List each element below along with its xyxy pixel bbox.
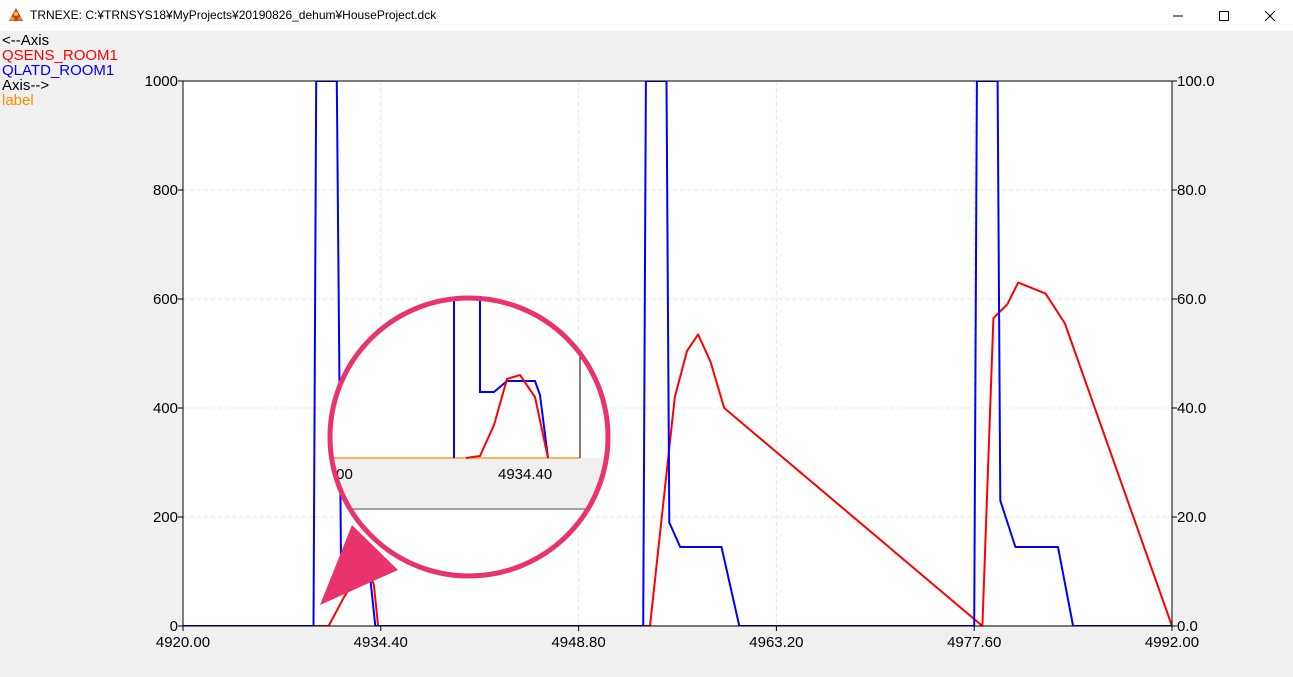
window-title: TRNEXE: C:¥TRNSYS18¥MyProjects¥20190826_…: [30, 8, 437, 22]
minimize-button[interactable]: [1155, 0, 1201, 31]
x-tick-label: 4963.20: [749, 634, 803, 651]
x-tick-label: 4992.00: [1145, 634, 1199, 651]
y-left-tick-label: 1000: [145, 73, 178, 90]
chart: 0 200 400 600 800 1000 0.0 20.0 40.0 60.0 80.0 100.…: [145, 73, 1215, 651]
y-right-tick-label: 40.0: [1177, 400, 1206, 417]
title-bar: TRNEXE: C:¥TRNSYS18¥MyProjects¥20190826_…: [0, 0, 1293, 31]
y-left-tick-label: 800: [153, 182, 178, 199]
y-right-tick-label: 80.0: [1177, 182, 1206, 199]
y-left-tick-label: 0: [170, 618, 178, 635]
y-left-tick-label: 600: [153, 291, 178, 308]
maximize-icon: [1219, 10, 1229, 21]
y-right-tick-label: 0.0: [1177, 618, 1198, 635]
x-tick-label: 4934.40: [354, 634, 408, 651]
minimize-icon: [1173, 15, 1183, 16]
trnsys-logo-icon: [9, 8, 23, 21]
y-left-tick-label: 200: [153, 509, 178, 526]
plot-area: [183, 81, 1172, 626]
close-button[interactable]: [1247, 0, 1293, 31]
y-right-tick-label: 20.0: [1177, 509, 1206, 526]
x-tick-label: 4977.60: [947, 634, 1001, 651]
magnifier-tick-label: 4934.40: [498, 466, 552, 483]
y-right-tick-label: 100.0: [1177, 73, 1215, 90]
y-right-tick-label: 60.0: [1177, 291, 1206, 308]
y-left-tick-label: 400: [153, 400, 178, 417]
x-tick-label: 4948.80: [551, 634, 605, 651]
maximize-button[interactable]: [1201, 0, 1247, 31]
close-icon: [1265, 10, 1275, 21]
x-tick-label: 4920.00: [156, 634, 210, 651]
